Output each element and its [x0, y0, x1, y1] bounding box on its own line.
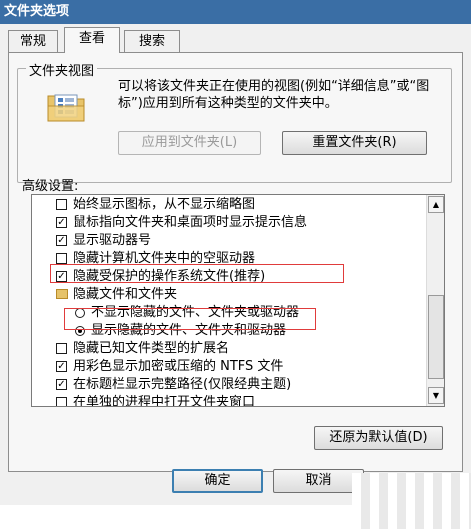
folder-views-icon [47, 94, 85, 122]
tab-search[interactable]: 搜索 [124, 30, 180, 52]
ok-button[interactable]: 确定 [172, 469, 263, 493]
scroll-down-icon[interactable]: ▼ [428, 387, 444, 404]
checkbox[interactable]: ✓ [56, 361, 67, 372]
folder-options-dialog: 常规 查看 搜索 文件夹视图 可以将该文件夹正在使用的视图(例如“详细信息”或“… [0, 24, 471, 529]
reset-folders-button[interactable]: 重置文件夹(R) [282, 131, 427, 155]
checkbox[interactable]: ✓ [56, 271, 67, 282]
checkbox[interactable] [56, 253, 67, 264]
checkbox[interactable]: ✓ [56, 235, 67, 246]
advanced-settings-label: 高级设置: [22, 179, 79, 194]
checkbox[interactable] [56, 343, 67, 354]
list-scrollbar[interactable]: ▲ ▼ [426, 195, 444, 406]
obscured-region [352, 473, 471, 529]
folder-icon [56, 289, 68, 299]
folder-views-description: 可以将该文件夹正在使用的视图(例如“详细信息”或“图标”)应用到所有这种类型的文… [118, 79, 430, 111]
checkbox[interactable] [56, 199, 67, 210]
advanced-settings-list[interactable]: 始终显示图标，从不显示缩略图 ✓ 鼠标指向文件夹和桌面项时显示提示信息 ✓ 显示… [31, 194, 445, 407]
restore-defaults-button[interactable]: 还原为默认值(D) [314, 426, 443, 450]
scroll-thumb[interactable] [428, 295, 444, 379]
radio-button[interactable] [75, 308, 85, 318]
tab-general[interactable]: 常规 [8, 30, 58, 52]
folder-views-title: 文件夹视图 [26, 60, 98, 79]
scroll-up-icon[interactable]: ▲ [428, 196, 444, 213]
cancel-button[interactable]: 取消 [273, 469, 364, 493]
checkbox[interactable] [56, 397, 67, 406]
window-title: 文件夹选项 [0, 0, 471, 24]
tab-view[interactable]: 查看 [64, 27, 120, 53]
checkbox[interactable]: ✓ [56, 379, 67, 390]
checkbox[interactable]: ✓ [56, 217, 67, 228]
apply-to-folders-button[interactable]: 应用到文件夹(L) [118, 131, 261, 155]
radio-button[interactable] [75, 326, 85, 336]
